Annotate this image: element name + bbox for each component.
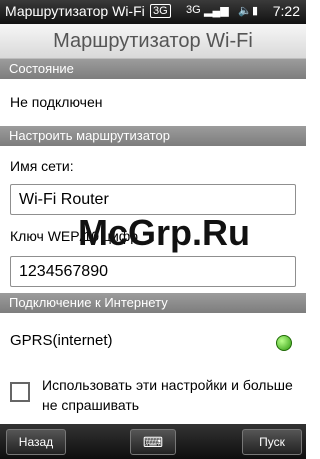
clock: 7:22: [272, 3, 300, 19]
signal-badge: 3G: [150, 4, 171, 18]
bottom-toolbar: Назад ⌨ Пуск: [0, 424, 306, 459]
app-title: Маршрутизатор Wi-Fi: [5, 3, 145, 19]
section-status: Состояние: [0, 59, 306, 79]
battery-icon: ▮: [252, 5, 259, 17]
back-button[interactable]: Назад: [6, 429, 66, 455]
network-name-label: Имя сети:: [10, 158, 74, 174]
keyboard-icon[interactable]: ⌨: [130, 429, 176, 455]
status-bar: Маршрутизатор Wi-Fi 3G 3G ▂▄▆ 🔈 ▮ 7:22: [0, 0, 306, 24]
remember-checkbox-label[interactable]: Использовать эти настройки и больше не с…: [42, 375, 300, 415]
watermark: McGrp.Ru: [78, 212, 251, 253]
remember-checkbox[interactable]: [10, 382, 30, 402]
section-internet: Подключение к Интернету: [0, 293, 306, 313]
volume-icon: 🔈: [238, 5, 252, 17]
start-button[interactable]: Пуск: [242, 429, 302, 455]
signal-icon: ▂▄▆: [204, 5, 229, 17]
wep-key-input[interactable]: 1234567890: [10, 256, 296, 287]
gprs-option-label[interactable]: GPRS(internet): [10, 332, 113, 349]
network-type: 3G: [186, 4, 201, 16]
network-name-input[interactable]: Wi-Fi Router: [10, 184, 296, 215]
page-title: Маршрутизатор Wi-Fi: [0, 24, 306, 59]
gprs-radio-icon[interactable]: [276, 335, 292, 351]
section-router: Настроить маршрутизатор: [0, 126, 306, 146]
connection-status: Не подключен: [10, 94, 103, 110]
